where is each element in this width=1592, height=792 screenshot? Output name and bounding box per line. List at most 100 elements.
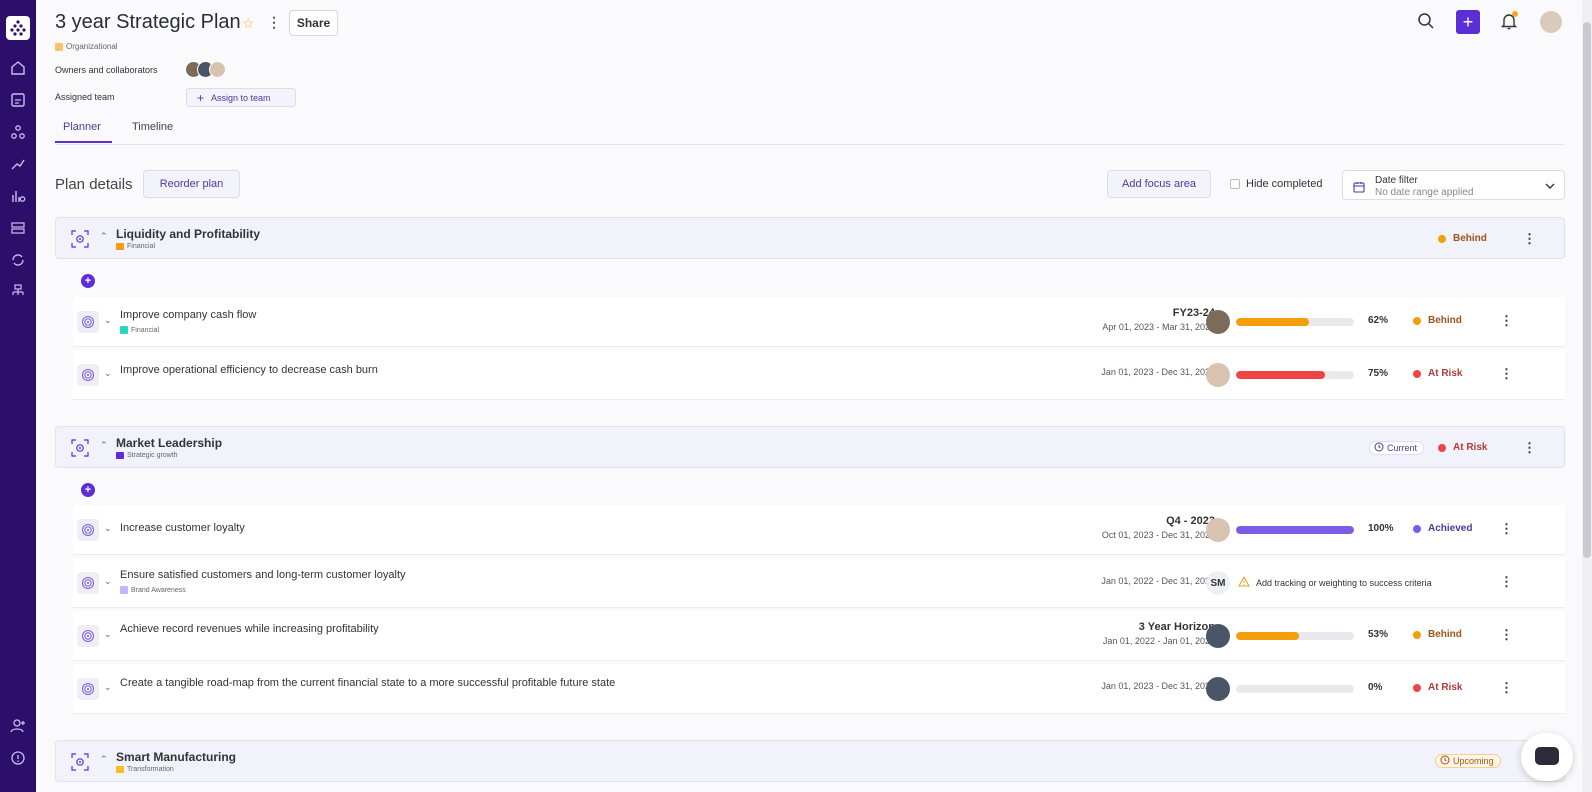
page-title: 3 year Strategic Plan: [55, 11, 241, 33]
star-icon[interactable]: ☆: [242, 15, 255, 32]
expand-chevron-icon[interactable]: ⌄: [104, 629, 112, 640]
hide-completed-label: Hide completed: [1246, 178, 1323, 190]
objective-title[interactable]: Ensure satisfied customers and long-term…: [120, 569, 406, 581]
add-objective-button[interactable]: +: [81, 274, 95, 288]
more-options-icon[interactable]: ⋮: [1523, 231, 1536, 247]
date-filter-title: Date filter: [1375, 175, 1418, 186]
reports-icon[interactable]: [8, 186, 28, 206]
objective-title[interactable]: Create a tangible road-map from the curr…: [120, 677, 615, 689]
more-options-icon[interactable]: ⋮: [1500, 680, 1513, 696]
objective-icon: [77, 678, 99, 700]
scrollbar-thumb[interactable]: [1583, 22, 1591, 558]
tag-label: Transformation: [127, 766, 174, 773]
home-icon[interactable]: [8, 58, 28, 78]
avatar[interactable]: [1206, 518, 1230, 542]
current-badge: Current: [1369, 441, 1425, 455]
org-chart-icon[interactable]: [8, 282, 28, 302]
tag-label: Strategic growth: [127, 452, 178, 459]
objective-title[interactable]: Achieve record revenues while increasing…: [120, 623, 379, 635]
hide-completed-checkbox[interactable]: [1230, 179, 1240, 189]
more-options-icon[interactable]: ⋮: [1523, 440, 1536, 456]
add-user-icon[interactable]: [8, 716, 28, 736]
reorder-plan-button[interactable]: Reorder plan: [143, 170, 240, 198]
boards-icon[interactable]: [8, 218, 28, 238]
tabs-divider: [55, 144, 1565, 145]
more-options-icon[interactable]: ⋮: [1500, 574, 1513, 590]
focus-area-name: Liquidity and Profitability: [116, 227, 260, 241]
app-logo[interactable]: [6, 16, 30, 40]
expand-chevron-icon[interactable]: ⌄: [104, 315, 112, 326]
more-options-icon[interactable]: ⋮: [1500, 521, 1513, 537]
collapse-chevron-icon[interactable]: ⌃: [100, 754, 108, 765]
focus-area-header[interactable]: ⌃ Liquidity and Profitability Financial …: [55, 217, 1565, 259]
avatar[interactable]: [1206, 363, 1230, 387]
avatar[interactable]: [1206, 310, 1230, 334]
search-icon[interactable]: [1417, 12, 1435, 35]
focus-area-name: Smart Manufacturing: [116, 750, 237, 764]
tag-label: Financial: [127, 243, 156, 250]
help-icon[interactable]: [8, 748, 28, 768]
objective-dates: Jan 01, 2022 - Jan 01, 2026: [1102, 636, 1215, 646]
more-options-icon[interactable]: ⋮: [267, 14, 281, 31]
progress-fill: [1236, 318, 1310, 326]
chat-button[interactable]: [1521, 733, 1573, 781]
objective-icon: [77, 364, 99, 386]
tab-planner[interactable]: Planner: [63, 121, 101, 133]
objective-row[interactable]: ⌄ Improve operational efficiency to decr…: [73, 350, 1565, 400]
plan-type-label: Organizational: [66, 42, 118, 51]
avatar[interactable]: [209, 61, 226, 78]
collapse-chevron-icon[interactable]: ⌃: [100, 231, 108, 242]
avatar[interactable]: [1206, 677, 1230, 701]
add-focus-area-button[interactable]: Add focus area: [1107, 170, 1211, 198]
assign-team-button[interactable]: + Assign to team: [186, 88, 296, 107]
trend-icon[interactable]: [8, 154, 28, 174]
hierarchy-icon[interactable]: [8, 122, 28, 142]
status-label: Behind: [1428, 315, 1462, 326]
more-options-icon[interactable]: ⋮: [1500, 313, 1513, 329]
tracking-warning[interactable]: Add tracking or weighting to success cri…: [1238, 575, 1432, 589]
objective-title[interactable]: Increase customer loyalty: [120, 522, 245, 534]
objective-row[interactable]: ⌄ Increase customer loyalty Q4 - 2023 Oc…: [73, 505, 1565, 555]
dashboard-icon[interactable]: [8, 90, 28, 110]
avatar-initials[interactable]: SM: [1206, 571, 1230, 595]
focus-area-header[interactable]: ⌃ Market Leadership Strategic growth Cur…: [55, 426, 1565, 468]
plus-icon: +: [197, 90, 205, 105]
expand-chevron-icon[interactable]: ⌄: [104, 368, 112, 379]
focus-area-tag: Transformation: [116, 766, 174, 773]
share-button[interactable]: Share: [289, 10, 338, 36]
hide-completed-toggle[interactable]: Hide completed: [1230, 178, 1322, 190]
upcoming-badge: Upcoming: [1435, 754, 1501, 768]
create-button[interactable]: +: [1456, 10, 1480, 34]
avatar[interactable]: [1206, 624, 1230, 648]
tab-timeline[interactable]: Timeline: [132, 121, 173, 133]
scrollbar[interactable]: [1582, 0, 1592, 792]
sync-icon[interactable]: [8, 250, 28, 270]
expand-chevron-icon[interactable]: ⌄: [104, 523, 112, 534]
objective-period: 3 Year Horizon: [1138, 621, 1215, 633]
focus-area-name: Market Leadership: [116, 436, 223, 450]
objective-row[interactable]: ⌄ Create a tangible road-map from the cu…: [73, 664, 1565, 714]
focus-area-tag: Financial: [116, 243, 155, 250]
more-options-icon[interactable]: ⋮: [1500, 627, 1513, 643]
owners-label: Owners and collaborators: [55, 65, 158, 75]
objective-row[interactable]: ⌄ Improve company cash flow Financial FY…: [73, 297, 1565, 347]
objective-title[interactable]: Improve operational efficiency to decrea…: [120, 364, 378, 376]
more-options-icon[interactable]: ⋮: [1500, 366, 1513, 382]
objective-title[interactable]: Improve company cash flow: [120, 309, 256, 321]
user-avatar[interactable]: [1540, 11, 1562, 33]
objective-row[interactable]: ⌄ Ensure satisfied customers and long-te…: [73, 558, 1565, 608]
assign-team-label: Assign to team: [211, 92, 271, 103]
expand-chevron-icon[interactable]: ⌄: [104, 682, 112, 693]
clock-icon: [1440, 755, 1450, 767]
owner-avatars[interactable]: [185, 61, 226, 78]
objective-icon: [77, 519, 99, 541]
warning-icon: [1238, 575, 1250, 589]
date-filter-select[interactable]: Date filter No date range applied: [1342, 170, 1565, 200]
objective-row[interactable]: ⌄ Achieve record revenues while increasi…: [73, 611, 1565, 661]
focus-area-header[interactable]: ⌃ Smart Manufacturing Transformation Upc…: [55, 740, 1565, 782]
objective-dates: Oct 01, 2023 - Dec 31, 2023: [1101, 530, 1215, 540]
add-objective-button[interactable]: +: [81, 483, 95, 497]
objective-icon: [77, 572, 99, 594]
expand-chevron-icon[interactable]: ⌄: [104, 576, 112, 587]
collapse-chevron-icon[interactable]: ⌃: [100, 440, 108, 451]
